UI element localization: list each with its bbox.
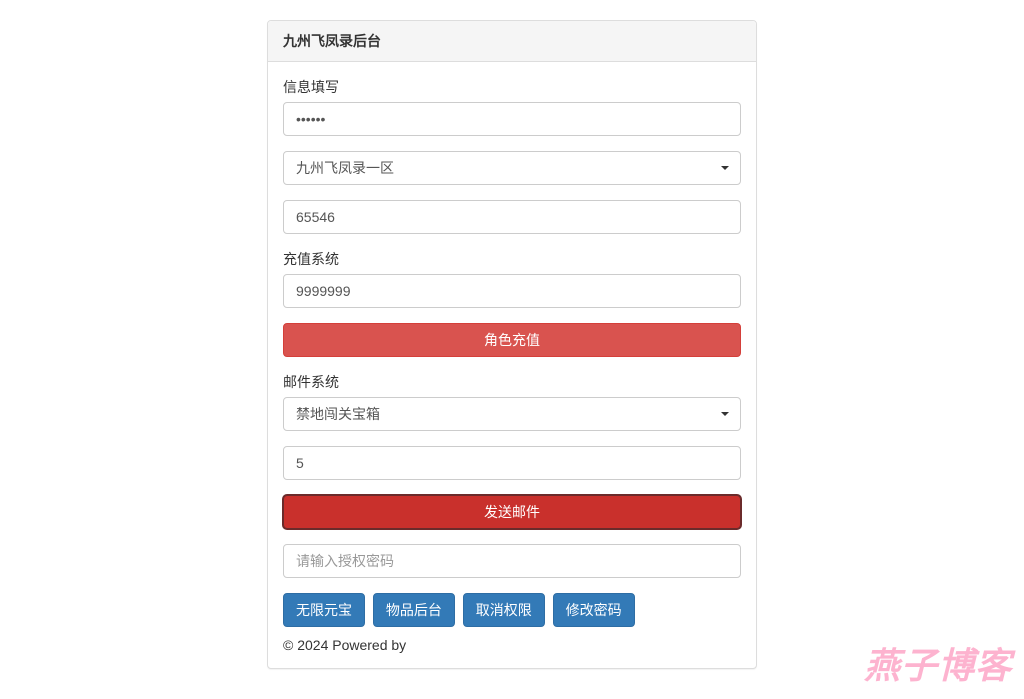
change-password-button[interactable]: 修改密码 bbox=[553, 593, 635, 627]
recharge-label: 充值系统 bbox=[283, 249, 741, 269]
mail-item-value[interactable] bbox=[283, 397, 741, 431]
region-select-value[interactable] bbox=[283, 151, 741, 185]
unlimited-gold-button[interactable]: 无限元宝 bbox=[283, 593, 365, 627]
recharge-button[interactable]: 角色充值 bbox=[283, 323, 741, 357]
send-mail-button[interactable]: 发送邮件 bbox=[283, 495, 741, 529]
footer-text: © 2024 Powered by bbox=[283, 637, 741, 653]
auth-password-input[interactable] bbox=[283, 544, 741, 578]
admin-panel: 九州飞凤录后台 信息填写 充值系统 角色充值 邮件系统 发送邮件 无限元宝 物品… bbox=[267, 20, 757, 669]
panel-title: 九州飞凤录后台 bbox=[268, 21, 756, 62]
cancel-permission-button[interactable]: 取消权限 bbox=[463, 593, 545, 627]
action-button-row: 无限元宝 物品后台 取消权限 修改密码 bbox=[283, 593, 741, 627]
id-input[interactable] bbox=[283, 200, 741, 234]
recharge-amount-input[interactable] bbox=[283, 274, 741, 308]
item-backend-button[interactable]: 物品后台 bbox=[373, 593, 455, 627]
mail-count-input[interactable] bbox=[283, 446, 741, 480]
info-label: 信息填写 bbox=[283, 77, 741, 97]
mail-label: 邮件系统 bbox=[283, 372, 741, 392]
mail-item-select[interactable] bbox=[283, 397, 741, 431]
password-input[interactable] bbox=[283, 102, 741, 136]
region-select[interactable] bbox=[283, 151, 741, 185]
watermark-text: 燕子博客 bbox=[864, 637, 1012, 689]
panel-body: 信息填写 充值系统 角色充值 邮件系统 发送邮件 无限元宝 物品后台 取消权限 … bbox=[268, 62, 756, 668]
